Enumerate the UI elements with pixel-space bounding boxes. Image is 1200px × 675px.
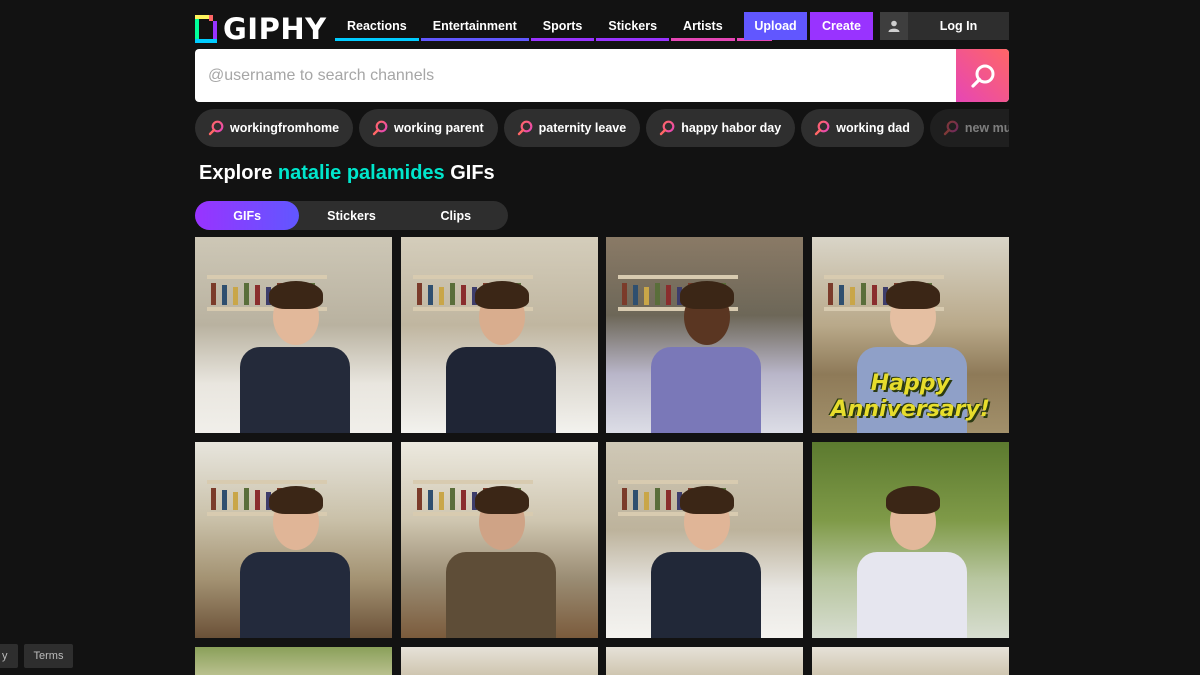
nav-item-reactions[interactable]: Reactions <box>335 12 419 41</box>
search-icon <box>815 120 830 136</box>
nav-item-label: Reactions <box>347 19 407 33</box>
gif-tile[interactable]: Happy Anniversary! <box>811 237 1009 433</box>
giphy-logo[interactable]: GIPHY <box>195 12 327 46</box>
nav-item-artists[interactable]: Artists <box>671 12 735 41</box>
search-button[interactable] <box>956 49 1009 102</box>
logo-text: GIPHY <box>223 12 327 46</box>
nav-underline <box>530 38 595 41</box>
gif-image <box>606 647 804 675</box>
trending-chip[interactable]: happy habor day <box>646 109 796 147</box>
trending-chip[interactable]: paternity leave <box>503 109 641 147</box>
trending-chip-label: paternity leave <box>538 121 627 135</box>
nav-item-label: Entertainment <box>432 19 517 33</box>
trending-chip-label: happy habor day <box>681 121 782 135</box>
search-icon <box>970 64 994 88</box>
login-button[interactable]: Log In <box>880 12 1009 40</box>
trending-chip-label: working dad <box>836 121 910 135</box>
search-bar <box>195 49 1009 102</box>
gif-tile[interactable] <box>606 442 804 638</box>
main-nav: Reactions Entertainment Sports Stickers Arti… <box>335 12 772 41</box>
gif-tile[interactable] <box>195 442 392 638</box>
footer-privacy-link[interactable]: y <box>0 644 18 668</box>
nav-item-label: Stickers <box>608 19 658 33</box>
search-input[interactable] <box>195 49 956 102</box>
title-suffix: GIFs <box>444 162 495 184</box>
trending-chip-label: workingfromhome <box>230 121 340 135</box>
nav-underline <box>335 38 419 41</box>
tab-clips[interactable]: Clips <box>404 201 508 230</box>
login-label: Log In <box>939 19 978 33</box>
tab-gifs[interactable]: GIFs <box>195 201 300 230</box>
nav-item-sports[interactable]: Sports <box>530 12 595 41</box>
gif-tile[interactable] <box>811 647 1009 675</box>
page-title: Explore natalie palamides GIFs <box>199 162 495 185</box>
gif-image <box>811 647 1009 675</box>
gif-tile[interactable] <box>195 647 392 675</box>
nav-underline <box>596 38 670 41</box>
nav-item-label: Artists <box>683 19 723 33</box>
gif-image <box>195 647 392 675</box>
title-channel-name: natalie palamides <box>277 162 445 184</box>
search-icon <box>372 120 388 136</box>
gif-image <box>400 647 598 675</box>
gif-tile[interactable] <box>400 442 598 638</box>
trending-chip-label: working parent <box>394 121 484 135</box>
trending-chip[interactable]: working parent <box>359 109 498 147</box>
gif-tile[interactable] <box>400 647 598 675</box>
trending-chip[interactable]: new mum <box>929 109 1009 147</box>
gif-tile[interactable] <box>195 237 392 433</box>
title-prefix: Explore <box>199 162 278 184</box>
content-type-tabs: GIFs Stickers Clips <box>195 201 508 230</box>
gif-tile[interactable] <box>606 237 804 433</box>
gif-tile[interactable] <box>811 442 1009 638</box>
gif-tile[interactable] <box>400 237 598 433</box>
giphy-logo-icon <box>195 15 217 43</box>
upload-button[interactable]: Upload <box>744 12 807 40</box>
create-button[interactable]: Create <box>810 12 873 40</box>
footer-terms-link[interactable]: Terms <box>24 644 73 668</box>
trending-chip[interactable]: workingfromhome <box>195 109 354 147</box>
nav-item-label: Sports <box>542 19 583 33</box>
nav-item-stickers[interactable]: Stickers <box>596 12 670 41</box>
search-icon <box>208 120 224 136</box>
nav-item-entertainment[interactable]: Entertainment <box>420 12 529 41</box>
nav-underline <box>420 38 529 41</box>
trending-chip[interactable]: working dad <box>801 109 924 147</box>
trending-searches: workingfromhome working parent paternity l… <box>195 109 1009 147</box>
trending-chip-label: new mum <box>964 121 1009 135</box>
search-icon <box>659 120 675 136</box>
nav-underline <box>671 38 735 41</box>
search-icon <box>517 120 533 136</box>
gif-tile[interactable] <box>606 647 804 675</box>
gif-caption: Happy Anniversary! <box>830 371 990 422</box>
tab-stickers[interactable]: Stickers <box>299 201 403 230</box>
search-icon <box>943 120 959 136</box>
user-icon <box>880 12 908 40</box>
